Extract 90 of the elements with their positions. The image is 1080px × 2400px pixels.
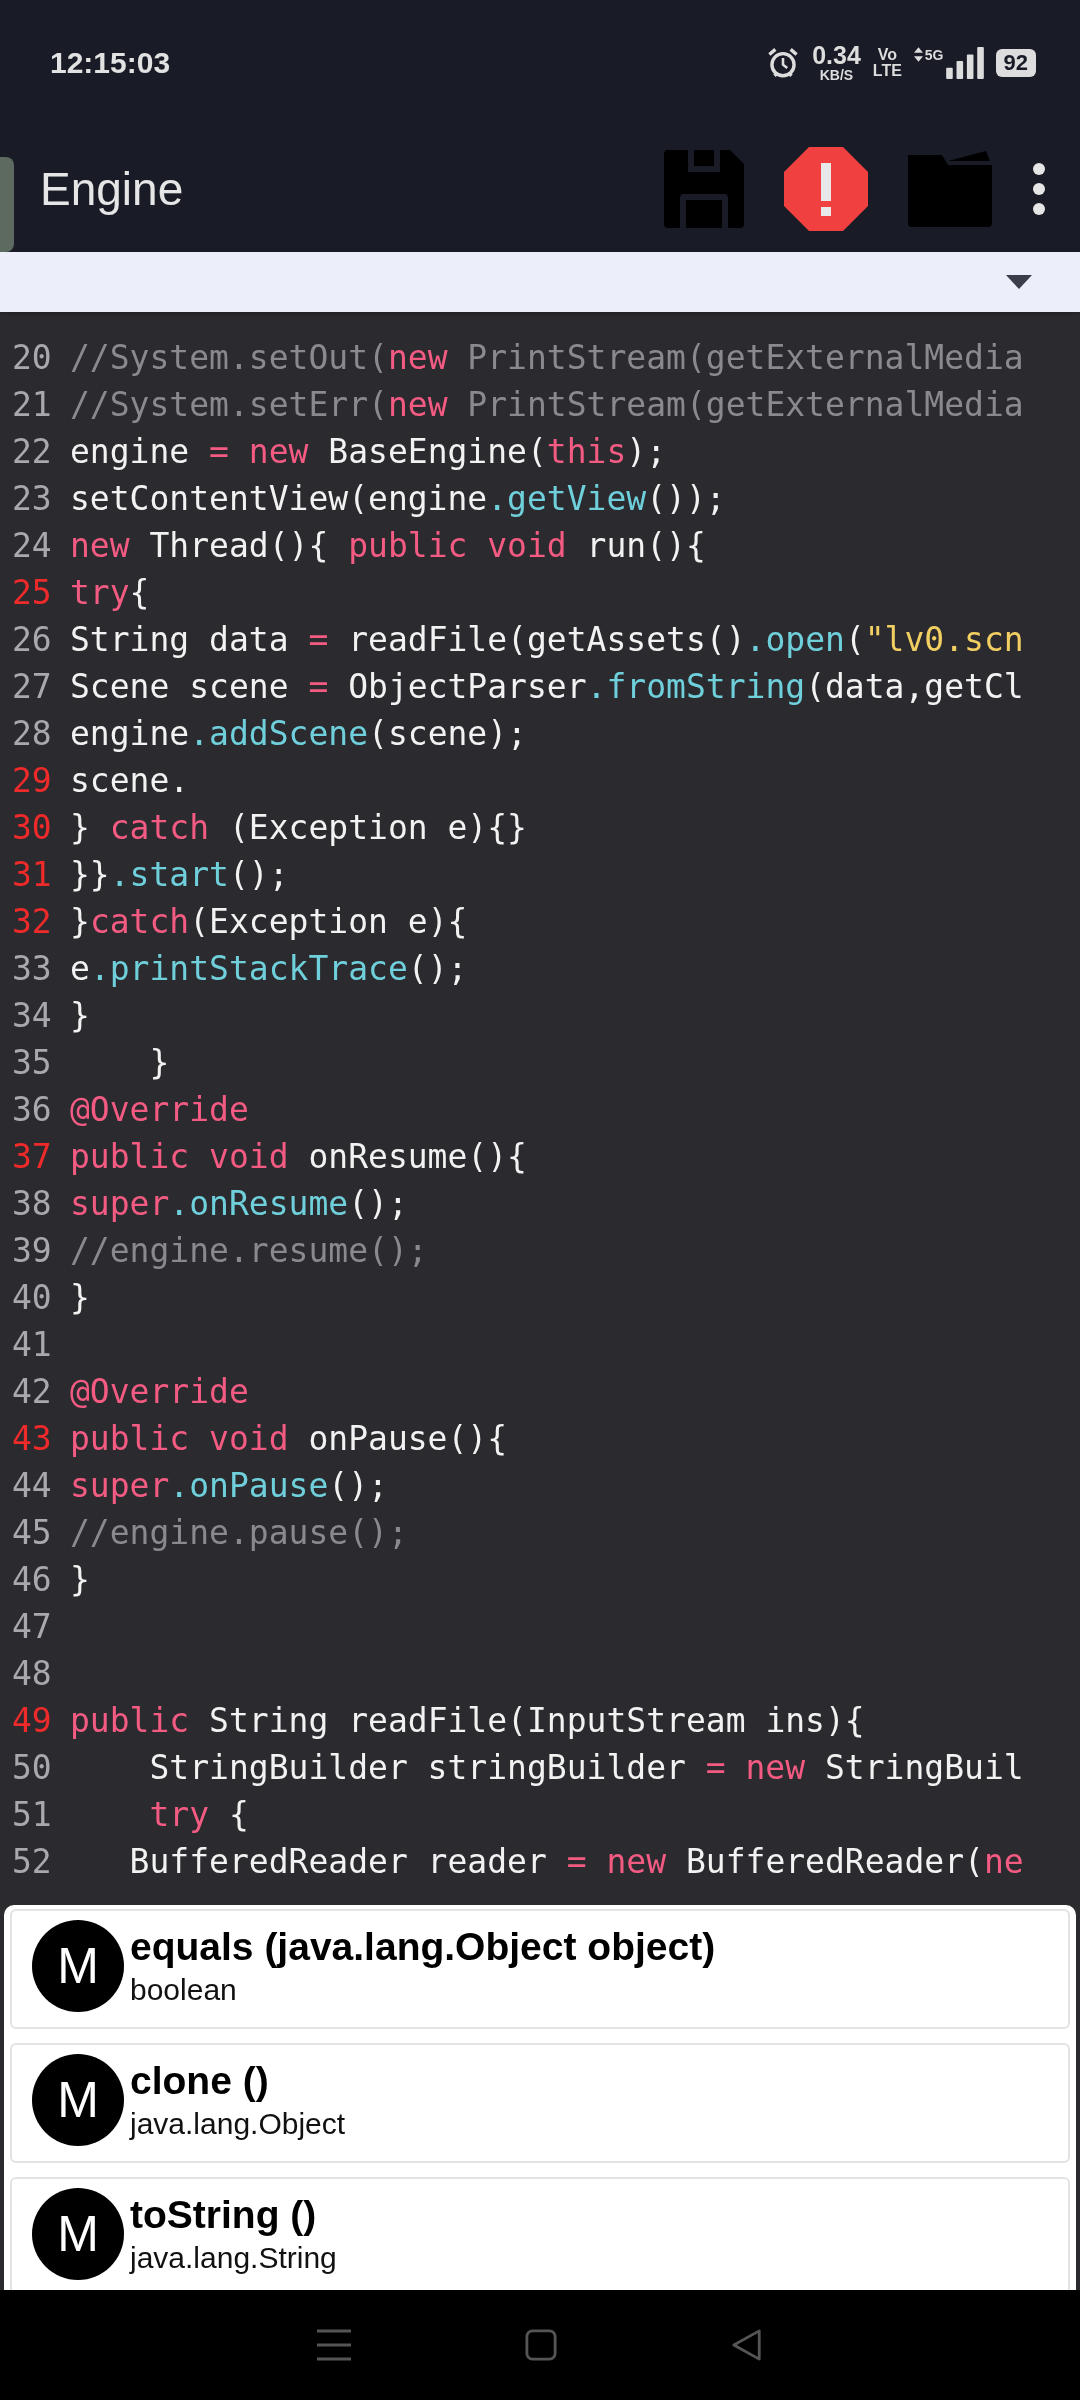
line-number: 26 xyxy=(11,620,53,659)
method-badge-icon: M xyxy=(32,2188,124,2280)
line-number: 34 xyxy=(11,996,53,1035)
back-icon[interactable] xyxy=(731,2329,763,2361)
line-number: 52 xyxy=(11,1842,53,1881)
line-number: 36 xyxy=(11,1090,53,1129)
line-number: 39 xyxy=(11,1231,53,1270)
code-line: @Override xyxy=(70,1090,249,1129)
line-number: 48 xyxy=(11,1654,53,1693)
network-type: 5G xyxy=(924,46,944,63)
code-line: public void onPause(){ xyxy=(70,1419,508,1458)
suggestion-title: toString () xyxy=(130,2193,318,2237)
speed-unit: KB/S xyxy=(819,68,854,82)
code-line: try{ xyxy=(70,573,150,612)
line-number: 21 xyxy=(11,385,53,424)
line-number: 25 xyxy=(11,573,53,612)
code-line: BufferedReader reader = new BufferedReader(ne xyxy=(128,1842,1024,1881)
line-number: 23 xyxy=(11,479,53,518)
code-line: //engine.resume(); xyxy=(70,1231,428,1270)
line-number: 42 xyxy=(11,1372,53,1411)
drawer-handle[interactable] xyxy=(0,157,14,252)
code-line: engine = new BaseEngine(this); xyxy=(70,432,667,471)
network-speed: 0.34 xyxy=(812,43,861,68)
code-line: }}.start(); xyxy=(70,855,289,894)
line-number: 35 xyxy=(11,1043,53,1082)
line-number: 46 xyxy=(11,1560,53,1599)
line-number: 29 xyxy=(11,761,53,800)
line-number: 28 xyxy=(11,714,53,753)
code-line: Scene scene = ObjectParser.fromString(data,getCl xyxy=(70,667,1024,706)
code-line: } xyxy=(70,1560,90,1599)
line-number: 31 xyxy=(11,855,53,894)
code-line: new Thread(){ public void run(){ xyxy=(70,526,706,565)
code-line: e.printStackTrace(); xyxy=(70,949,468,988)
code-line: StringBuilder stringBuilder = new StringBuil xyxy=(148,1748,1024,1787)
volte-label: Vo xyxy=(877,46,897,63)
code-line: super.onPause(); xyxy=(70,1466,388,1505)
line-number: 24 xyxy=(11,526,53,565)
line-number: 51 xyxy=(11,1795,53,1834)
line-number: 27 xyxy=(11,667,53,706)
line-number: 45 xyxy=(11,1513,53,1552)
code-line: String data = readFile(getAssets().open("lv0.scn xyxy=(70,620,1024,659)
code-line: @Override xyxy=(70,1372,249,1411)
code-line: public String readFile(InputStream ins){ xyxy=(70,1701,865,1740)
code-line: } xyxy=(148,1043,170,1082)
code-line: //System.setOut(new PrintStream(getExternalMedia xyxy=(70,338,1024,377)
return-type: java.lang.String xyxy=(130,2241,337,2275)
code-line: }catch(Exception e){ xyxy=(70,902,468,941)
code-line: } xyxy=(70,996,90,1035)
line-number: 38 xyxy=(11,1184,53,1223)
menu-icon[interactable] xyxy=(317,2329,351,2361)
code-line: try { xyxy=(148,1795,249,1834)
line-number: 22 xyxy=(11,432,53,471)
data-arrows-icon xyxy=(913,46,923,62)
status-time: 12:15:03 xyxy=(50,45,171,80)
code-line: engine.addScene(scene); xyxy=(70,714,527,753)
home-icon[interactable] xyxy=(525,2329,557,2361)
line-number: 32 xyxy=(11,902,53,941)
code-line: } xyxy=(70,1278,90,1317)
code-line: public void onResume(){ xyxy=(70,1137,527,1176)
line-number: 37 xyxy=(11,1137,53,1176)
line-number: 49 xyxy=(11,1701,53,1740)
line-number: 30 xyxy=(11,808,53,847)
return-type: java.lang.Object xyxy=(130,2107,346,2141)
alert-icon[interactable] xyxy=(784,146,868,231)
line-number: 40 xyxy=(11,1278,53,1317)
method-badge-icon: M xyxy=(32,2054,124,2146)
suggestion-item[interactable]: M equals (java.lang.Object object) boolean xyxy=(10,1909,1070,2029)
more-options-icon[interactable] xyxy=(1032,161,1046,216)
line-number: 41 xyxy=(11,1325,53,1364)
dropdown-caret-icon xyxy=(1006,275,1032,289)
suggestion-title: equals (java.lang.Object object) xyxy=(130,1925,716,1969)
method-badge-icon: M xyxy=(32,1920,124,2012)
line-number: 50 xyxy=(11,1748,53,1787)
line-number: 44 xyxy=(11,1466,53,1505)
line-number: 20 xyxy=(11,338,53,377)
code-line: scene. xyxy=(70,761,190,800)
code-line: setContentView(engine.getView()); xyxy=(70,479,726,518)
return-type: boolean xyxy=(130,1973,238,2007)
lte-label: LTE xyxy=(872,62,902,79)
app-title: Engine xyxy=(40,161,185,216)
suggestion-title: clone () xyxy=(130,2059,270,2103)
signal-icon xyxy=(945,46,984,79)
code-line: //engine.pause(); xyxy=(70,1513,408,1552)
line-number: 47 xyxy=(11,1607,53,1646)
line-number: 33 xyxy=(11,949,53,988)
battery-icon: 92 xyxy=(995,48,1036,77)
code-line: super.onResume(); xyxy=(70,1184,408,1223)
code-line: //System.setErr(new PrintStream(getExternalMedia xyxy=(70,385,1024,424)
code-line: } catch (Exception e){} xyxy=(70,808,527,847)
line-number: 43 xyxy=(11,1419,53,1458)
